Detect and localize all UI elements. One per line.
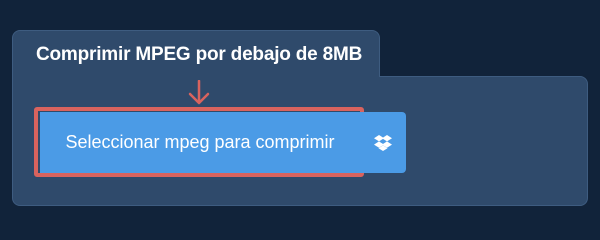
panel-title: Comprimir MPEG por debajo de 8MB (36, 44, 363, 65)
select-file-button[interactable]: Seleccionar mpeg para comprimir (40, 112, 360, 173)
dropbox-button[interactable] (360, 112, 406, 173)
arrow-down-icon (188, 80, 210, 105)
dropbox-icon (374, 134, 392, 151)
select-file-label: Seleccionar mpeg para comprimir (65, 132, 335, 152)
